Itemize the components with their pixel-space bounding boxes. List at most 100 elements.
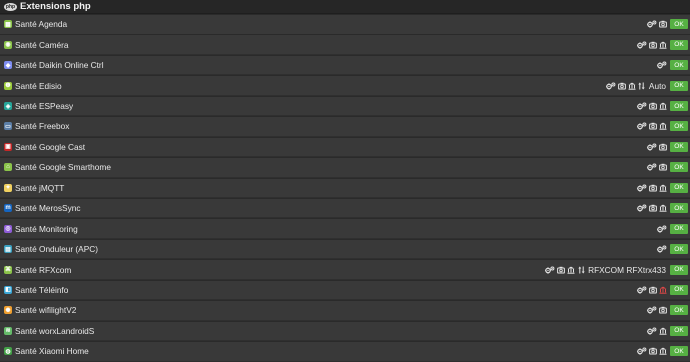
status-ok-badge: OK: [670, 244, 688, 255]
plugin-info-text: Auto: [648, 80, 666, 91]
status-ok-badge: OK: [670, 60, 688, 71]
bank-icon[interactable]: [659, 122, 667, 131]
camera-icon[interactable]: [659, 20, 667, 28]
cogs-icon[interactable]: [637, 41, 647, 49]
plugin-health-label: Santé Daikin Online Ctrl: [15, 60, 104, 71]
plugin-health-row: ▦ Santé Agenda OK: [0, 14, 690, 34]
status-ok-badge: OK: [670, 39, 688, 50]
plugin-logo-icon: ◉: [4, 40, 12, 49]
plugin-health-label: Santé Google Smarthome: [15, 162, 111, 173]
cogs-icon[interactable]: [637, 102, 647, 110]
cogs-icon[interactable]: [647, 143, 657, 151]
bank-icon[interactable]: [659, 204, 667, 212]
status-ok-badge: OK: [670, 101, 688, 112]
plugin-health-row: ▣ Santé Google Cast OK: [0, 136, 690, 157]
camera-icon[interactable]: [649, 184, 657, 192]
cogs-icon[interactable]: [637, 286, 647, 294]
plugin-logo-icon: ▣: [4, 142, 12, 151]
status-ok-badge: OK: [670, 19, 688, 30]
cogs-icon[interactable]: [606, 82, 616, 90]
camera-icon[interactable]: [649, 122, 657, 130]
plugin-health-label: Santé Freebox: [15, 121, 70, 132]
row-actions: Auto OK: [606, 76, 688, 95]
plugin-logo-icon: ≋: [4, 326, 12, 335]
camera-icon[interactable]: [649, 204, 657, 212]
plugin-logo-icon: ◈: [4, 102, 12, 111]
plugin-health-row: ▭ Santé Freebox OK: [0, 116, 690, 136]
bank-icon[interactable]: [659, 347, 667, 355]
bank-icon[interactable]: [628, 82, 636, 90]
status-ok-badge: OK: [670, 284, 688, 295]
health-panel: php Extensions php ▦ Santé Agenda OK ◉ Santé…: [0, 0, 690, 362]
cogs-icon[interactable]: [647, 20, 657, 28]
status-ok-badge: OK: [670, 325, 688, 336]
status-ok-badge: OK: [670, 346, 688, 357]
row-actions: OK: [637, 179, 688, 198]
camera-icon[interactable]: [649, 41, 657, 49]
plugin-logo-icon: ▤: [4, 245, 12, 254]
bank-icon[interactable]: [659, 102, 667, 110]
plugin-health-label: Santé worxLandroidS: [15, 325, 95, 336]
cogs-icon[interactable]: [657, 225, 667, 233]
cogs-icon[interactable]: [545, 266, 555, 274]
plugin-health-label: Santé Google Cast: [15, 141, 86, 152]
plugin-health-label: Santé Onduleur (APC): [15, 244, 99, 255]
camera-icon[interactable]: [659, 163, 667, 171]
cogs-icon[interactable]: [647, 306, 657, 315]
plugin-health-label: Santé Caméra: [15, 39, 69, 50]
bank-icon[interactable]: [659, 327, 667, 335]
cogs-icon[interactable]: [637, 347, 647, 355]
bank-icon[interactable]: [659, 41, 667, 49]
plugin-logo-icon: ⌘: [4, 265, 12, 274]
plugin-health-row: ◈ Santé ESPeasy OK: [0, 95, 690, 116]
row-actions: OK: [657, 240, 688, 259]
row-actions: OK: [647, 158, 688, 177]
row-actions: OK: [647, 15, 688, 34]
cogs-icon[interactable]: [657, 61, 667, 69]
sort-icon[interactable]: [638, 82, 646, 90]
plugin-health-label: Santé ESPeasy: [15, 101, 74, 112]
camera-icon[interactable]: [557, 266, 565, 274]
camera-icon[interactable]: [659, 306, 667, 314]
cogs-icon[interactable]: [657, 245, 667, 253]
plugin-health-label: Santé Téléinfo: [15, 284, 69, 295]
row-actions: OK: [637, 35, 688, 54]
php-logo-icon: php: [4, 2, 17, 11]
bank-icon[interactable]: [567, 266, 575, 274]
plugin-health-label: Santé MerosSync: [15, 203, 81, 214]
camera-icon[interactable]: [649, 286, 657, 294]
bank-icon[interactable]: [659, 286, 667, 294]
cogs-icon[interactable]: [637, 122, 647, 131]
plugin-health-row: ✦ Santé jMQTT OK: [0, 177, 690, 198]
plugin-info-text: RFXCOM RFXtrx433: [588, 264, 666, 275]
plugin-health-label: Santé wifilightV2: [15, 305, 77, 316]
sort-icon[interactable]: [577, 266, 585, 274]
cogs-icon[interactable]: [637, 204, 647, 212]
row-actions: OK: [647, 322, 688, 341]
plugin-logo-icon: ▦: [4, 20, 12, 29]
plugin-logo-icon: ✺: [4, 306, 12, 315]
row-actions: OK: [657, 56, 688, 75]
plugin-logo-icon: ◧: [4, 285, 12, 294]
plugin-health-label: Santé Xiaomi Home: [15, 346, 89, 357]
plugin-logo-icon: ◎: [4, 224, 12, 233]
plugin-health-row: ◍ Santé Xiaomi Home OK: [0, 341, 690, 361]
plugin-logo-icon: ✦: [4, 183, 12, 192]
plugin-health-row: ◆ Santé Daikin Online Ctrl OK: [0, 54, 690, 75]
camera-icon[interactable]: [649, 347, 657, 355]
plugin-health-row: ⌘ Santé RFXcom RFXCOM RFXtrx433 OK: [0, 259, 690, 279]
row-actions: OK: [647, 138, 688, 157]
cogs-icon[interactable]: [637, 184, 647, 192]
cogs-icon[interactable]: [647, 327, 657, 335]
plugin-health-row: ◉ Santé Caméra OK: [0, 34, 690, 54]
camera-icon[interactable]: [618, 82, 626, 90]
camera-icon[interactable]: [659, 143, 667, 151]
panel-header: php Extensions php: [0, 0, 690, 14]
camera-icon[interactable]: [649, 102, 657, 110]
status-ok-badge: OK: [670, 80, 688, 91]
cogs-icon[interactable]: [647, 163, 657, 172]
bank-icon[interactable]: [659, 184, 667, 192]
plugin-health-label: Santé RFXcom: [15, 264, 72, 275]
plugin-logo-icon: ⌂: [4, 163, 12, 172]
plugin-health-label: Santé jMQTT: [15, 182, 65, 193]
